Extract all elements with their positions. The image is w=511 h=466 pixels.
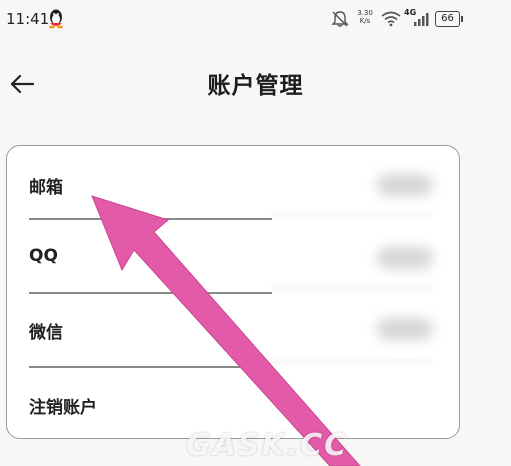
account-item-value-blurred — [377, 247, 433, 269]
qq-penguin-icon — [49, 9, 63, 29]
row-divider-fade — [272, 287, 432, 289]
watermark-logo: GASK.CC — [186, 428, 349, 463]
notification-mute-icon — [331, 11, 349, 27]
row-divider-fade — [272, 213, 432, 215]
account-item-label: 微信 — [29, 323, 63, 343]
account-item-qq[interactable]: QQ — [7, 219, 459, 293]
page-title: 账户管理 — [207, 73, 304, 99]
account-item-label: 注销账户 — [29, 398, 97, 418]
network-speed-value: 3.30 — [357, 9, 373, 17]
account-item-label: QQ — [29, 246, 58, 266]
signal-strength-icon — [414, 13, 429, 26]
battery-indicator: 66 — [435, 11, 463, 27]
row-divider-fade — [272, 361, 432, 363]
account-item-label: 邮箱 — [29, 178, 63, 198]
wifi-icon — [381, 11, 401, 27]
status-time: 11:41 — [6, 10, 50, 28]
account-list-card: 邮箱 QQ 微信 注销账户 — [6, 145, 460, 439]
status-bar: 11:41 3.30 K/s 4G 66 — [0, 0, 511, 40]
account-item-value-blurred — [377, 174, 433, 196]
network-speed-unit: K/s — [359, 17, 371, 25]
account-item-wechat[interactable]: 微信 — [7, 293, 459, 367]
account-item-email[interactable]: 邮箱 — [7, 146, 459, 220]
network-speed: 3.30 K/s — [355, 9, 375, 25]
account-item-value-blurred — [377, 318, 433, 340]
